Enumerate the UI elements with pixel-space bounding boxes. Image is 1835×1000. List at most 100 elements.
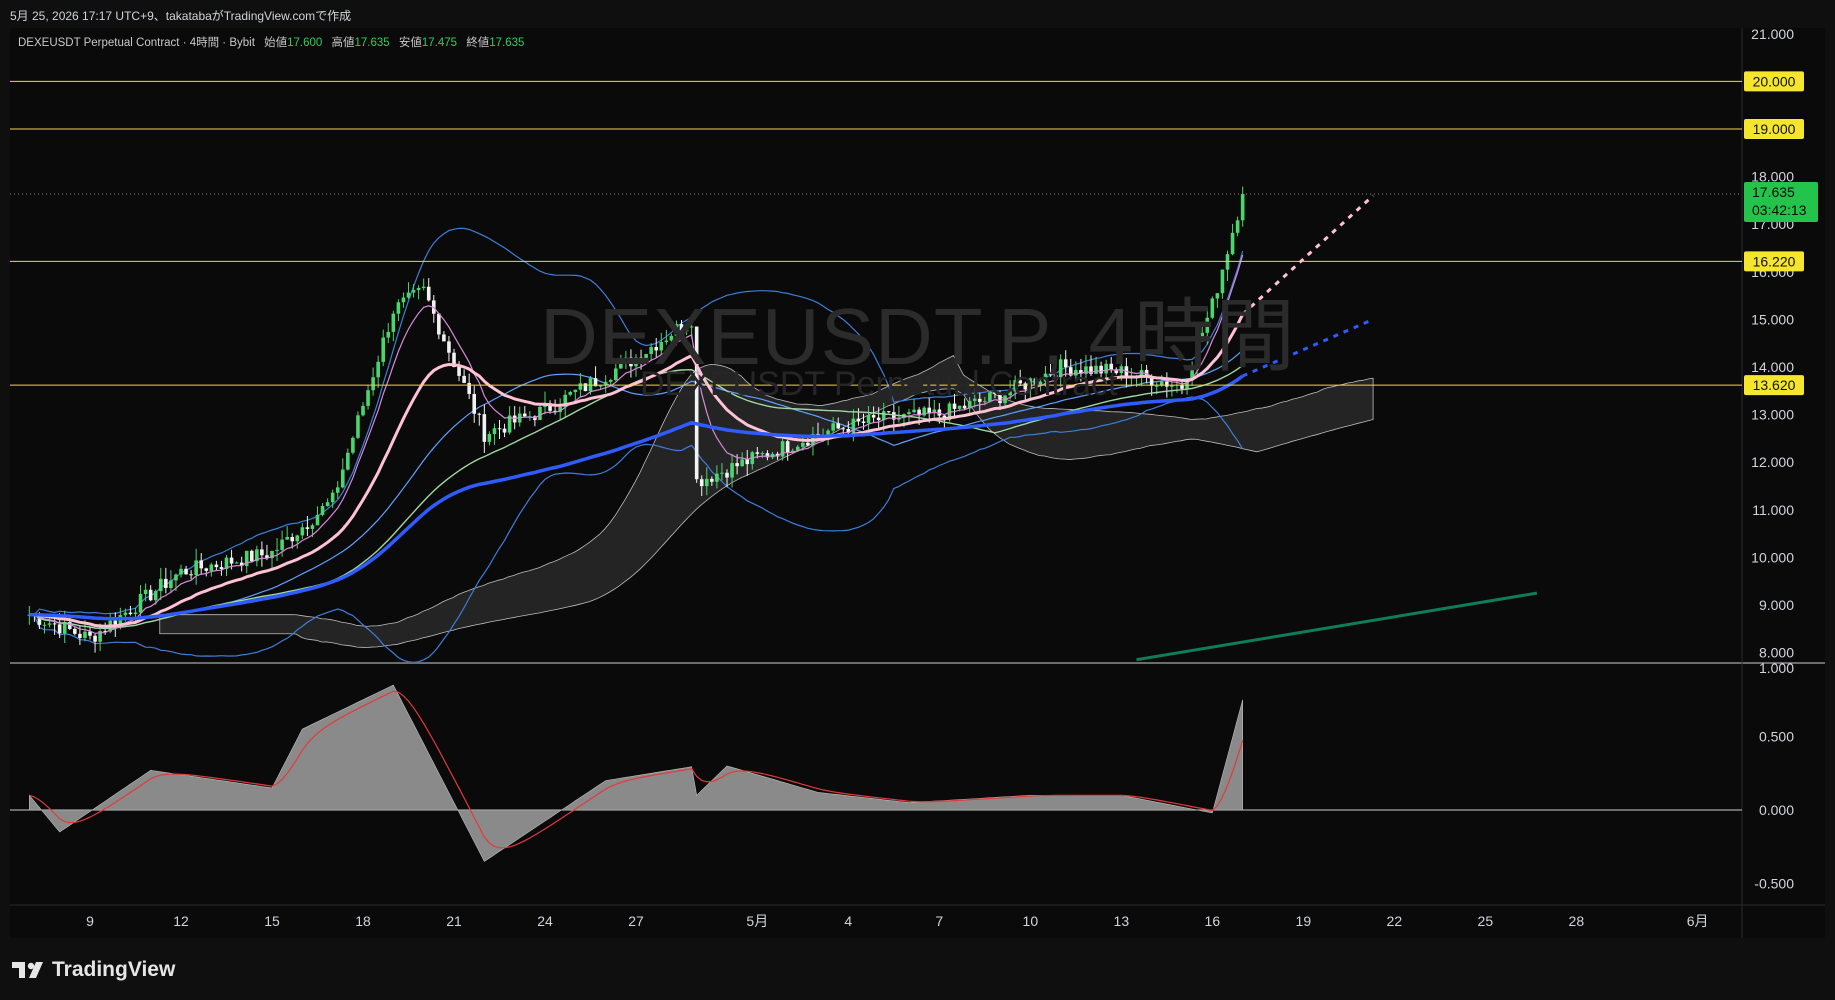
time-tick-label: 21 xyxy=(446,913,462,929)
candle-body xyxy=(47,623,52,625)
candle-body xyxy=(184,568,188,575)
legend-close-label: 終値 xyxy=(466,37,490,49)
oscillator-tick-label: 1.000 xyxy=(1759,660,1794,676)
candle-body xyxy=(280,539,284,550)
tradingview-logo[interactable]: TradingView xyxy=(12,958,175,982)
legend-open-value: 17.600 xyxy=(287,37,323,49)
candle-body xyxy=(740,459,744,467)
candle-body xyxy=(482,414,487,442)
candle-body xyxy=(209,564,214,571)
time-tick-label: 27 xyxy=(628,913,644,929)
time-tick-label: 4 xyxy=(844,913,852,929)
candle-body xyxy=(396,302,401,314)
candle-body xyxy=(229,557,234,564)
candle-body xyxy=(704,478,709,487)
tradingview-logo-text: TradingView xyxy=(52,958,176,981)
candle-body xyxy=(421,286,426,289)
candle-body xyxy=(457,366,461,376)
candle-body xyxy=(78,633,82,638)
candle-body xyxy=(760,453,765,455)
price-tick-label: 10.000 xyxy=(1751,549,1794,565)
candle-body xyxy=(801,442,805,447)
time-tick-label: 24 xyxy=(537,913,553,929)
legend-low-value: 17.475 xyxy=(421,37,458,49)
candle-body xyxy=(174,574,178,581)
candle-body xyxy=(249,550,254,562)
candle-body xyxy=(866,414,871,423)
horizontal-level-label: 19.000 xyxy=(1753,121,1796,137)
candle-body xyxy=(487,433,492,442)
candle-body xyxy=(447,341,451,353)
candle-body xyxy=(497,428,502,430)
legend-high-value: 17.635 xyxy=(354,37,390,49)
candle-body xyxy=(169,580,173,588)
oscillator-tick-label: -0.500 xyxy=(1754,876,1794,892)
time-tick-label: 7 xyxy=(935,913,943,929)
candle-body xyxy=(831,423,835,431)
candle-body xyxy=(340,469,345,488)
candle-body xyxy=(1240,193,1245,221)
symbol-legend[interactable]: DEXEUSDT Perpetual Contract · 4時間 · Bybi… xyxy=(18,34,524,50)
price-tick-label: 13.000 xyxy=(1751,407,1794,423)
candle-body xyxy=(391,313,396,332)
candle-body xyxy=(730,463,734,478)
candle-body xyxy=(1235,220,1240,233)
candle-body xyxy=(856,418,861,422)
candle-body xyxy=(199,560,204,569)
time-tick-label: 10 xyxy=(1023,913,1039,929)
candle-body xyxy=(411,290,416,293)
candle-body xyxy=(260,549,264,556)
candle-body xyxy=(492,428,497,434)
plot-background xyxy=(10,28,1740,904)
candle-body xyxy=(330,492,335,503)
candle-body xyxy=(346,452,350,470)
candle-body xyxy=(295,535,300,542)
candle-body xyxy=(290,537,295,542)
candle-body xyxy=(568,392,573,395)
candle-body xyxy=(361,405,365,416)
candle-body xyxy=(42,624,47,626)
candle-body xyxy=(189,574,193,576)
legend-low-label: 安値 xyxy=(398,37,422,49)
candle-body xyxy=(351,437,355,453)
candle-body xyxy=(836,423,841,429)
time-tick-label: 25 xyxy=(1478,913,1494,929)
candle-body xyxy=(153,591,158,601)
candle-body xyxy=(325,502,330,506)
time-tick-label: 13 xyxy=(1114,913,1130,929)
candle-body xyxy=(426,286,431,301)
candle-body xyxy=(745,459,750,465)
time-tick-label: 16 xyxy=(1205,913,1221,929)
candle-body xyxy=(194,560,198,576)
time-tick-label: 19 xyxy=(1296,913,1312,929)
candle-body xyxy=(437,313,441,335)
candle-body xyxy=(957,405,962,409)
candle-body xyxy=(725,472,729,478)
candle-body xyxy=(164,578,168,588)
candle-body xyxy=(952,403,957,409)
time-tick-label: 22 xyxy=(1387,913,1403,929)
candle-body xyxy=(133,612,138,615)
candle-body xyxy=(416,288,421,291)
price-chart-svg[interactable]: 8.000 9.000 10.000 11.000 12.000 13.000 14.000… xyxy=(0,0,1835,1000)
last-price-countdown: 03:42:13 xyxy=(1752,202,1807,218)
candle-body xyxy=(806,442,810,446)
candle-body xyxy=(300,527,305,536)
price-tick-label: 11.000 xyxy=(1752,502,1794,518)
tradingview-logo-icon xyxy=(12,962,43,978)
candle-body xyxy=(912,409,916,413)
candle-body xyxy=(219,567,224,569)
candle-body xyxy=(285,537,289,540)
candle-body xyxy=(93,635,97,642)
candle-body xyxy=(699,479,704,487)
time-tick-label: 6月 xyxy=(1687,913,1709,929)
candle-body xyxy=(785,441,790,453)
candle-body xyxy=(462,375,466,383)
horizontal-level-label: 13.620 xyxy=(1753,377,1796,393)
time-tick-label: 5月 xyxy=(746,913,768,929)
candle-body xyxy=(366,390,370,406)
watermark-description: DEXEUSDT Perpetual Contract xyxy=(640,365,1118,403)
legend-symbol[interactable]: DEXEUSDT Perpetual Contract · 4時間 · Bybi… xyxy=(18,37,255,49)
candle-body xyxy=(1230,232,1235,255)
oscillator-tick-label: 0.000 xyxy=(1759,802,1794,818)
